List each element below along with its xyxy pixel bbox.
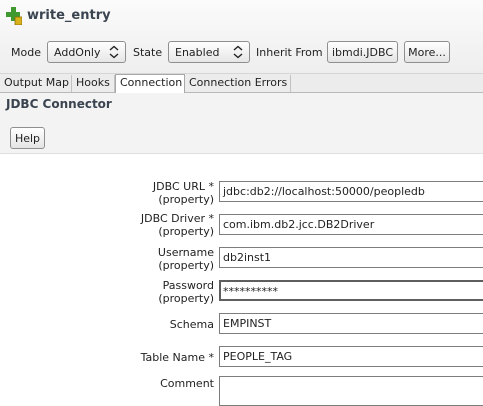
jdbc-driver-field[interactable]: com.ibm.db2.jcc.DB2Driver — [219, 214, 483, 235]
help-button[interactable]: Help — [10, 127, 45, 149]
state-label: State — [133, 46, 163, 59]
inherit-from-label: Inherit From — [256, 46, 323, 59]
username-label-text: Username — [157, 246, 214, 259]
jdbc-driver-label-text: JDBC Driver * — [140, 212, 214, 225]
jdbc-driver-property-text: (property) — [158, 225, 214, 238]
mode-select-value: AddOnly — [54, 45, 101, 59]
tab-output-map[interactable]: Output Map — [0, 75, 72, 92]
section-title: JDBC Connector — [6, 97, 112, 111]
mode-label: Mode — [11, 46, 41, 59]
inherit-from-button[interactable]: ibmdi.JDBC — [327, 41, 398, 63]
comment-textarea[interactable] — [219, 376, 483, 406]
table-name-field[interactable]: PEOPLE_TAG — [219, 346, 483, 367]
username-label: Username (property) — [84, 246, 214, 272]
jdbc-url-property-text: (property) — [158, 193, 214, 206]
jdbc-url-label-text: JDBC URL * — [152, 180, 214, 193]
password-field[interactable]: ********** — [219, 280, 483, 301]
password-label-text: Password — [162, 279, 214, 292]
username-field[interactable]: db2inst1 — [219, 247, 483, 268]
jdbc-url-label: JDBC URL * (property) — [84, 180, 214, 206]
jdbc-driver-label: JDBC Driver * (property) — [84, 212, 214, 238]
chevron-updown-icon — [233, 45, 243, 59]
comment-label: Comment — [160, 377, 214, 390]
state-select[interactable]: Enabled — [168, 41, 250, 63]
jdbc-url-field[interactable]: jdbc:db2://localhost:50000/peopledb — [219, 181, 483, 202]
schema-field[interactable]: EMPINST — [219, 313, 483, 334]
tab-hooks[interactable]: Hooks — [72, 75, 115, 92]
schema-label: Schema — [169, 318, 214, 331]
username-property-text: (property) — [158, 259, 214, 272]
mode-select[interactable]: AddOnly — [47, 41, 126, 63]
add-component-icon — [6, 7, 22, 25]
page-title: write_entry — [27, 8, 111, 23]
tab-connection-errors[interactable]: Connection Errors — [185, 75, 291, 92]
table-name-label: Table Name * — [140, 351, 214, 364]
password-property-text: (property) — [158, 292, 214, 305]
more-button[interactable]: More... — [404, 41, 450, 63]
state-select-value: Enabled — [175, 45, 220, 59]
password-label: Password (property) — [84, 279, 214, 305]
tab-connection[interactable]: Connection — [115, 74, 185, 93]
chevron-updown-icon — [109, 45, 119, 59]
